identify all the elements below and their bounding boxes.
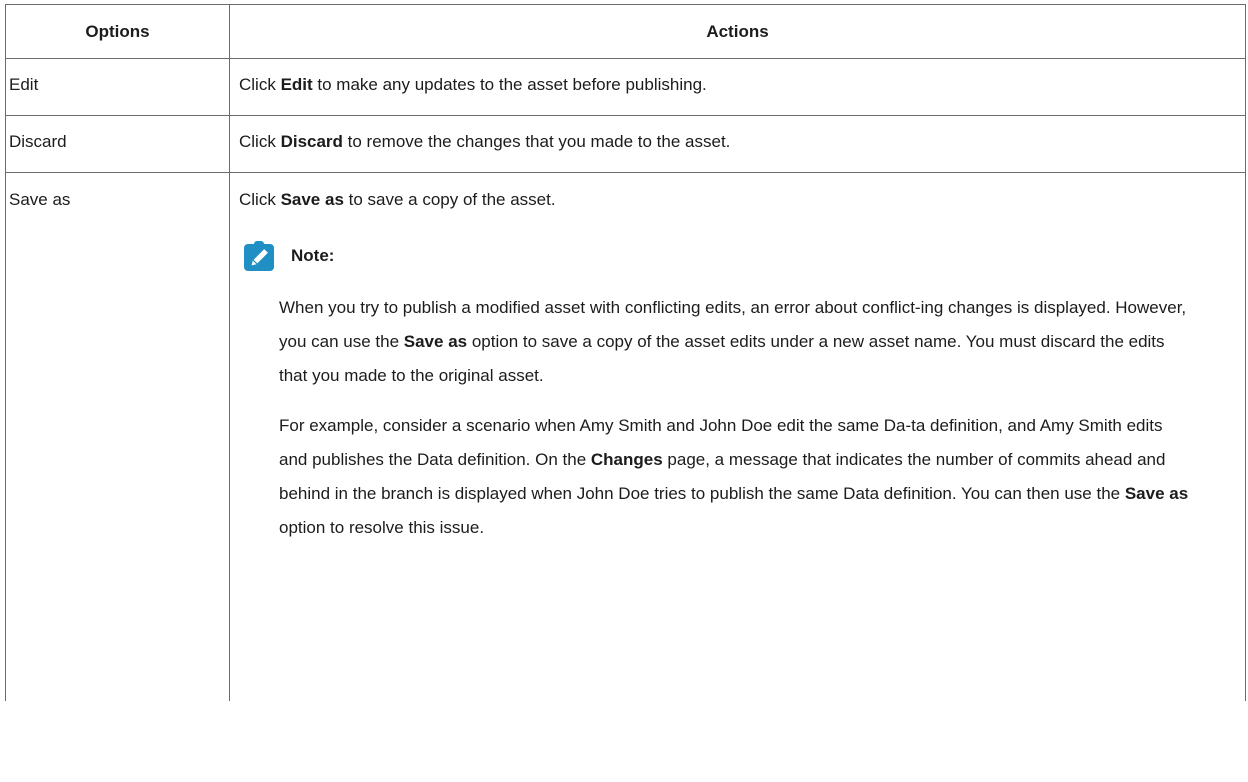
note-paragraph: When you try to publish a modified asset… — [279, 291, 1195, 393]
action-text: to make any updates to the asset before … — [312, 75, 707, 94]
action-cell-save-as: Click Save as to save a copy of the asse… — [229, 172, 1246, 701]
options-actions-table: Options Actions Edit Click Edit to make … — [5, 4, 1246, 701]
note-title: Note: — [291, 246, 335, 265]
table-header-row: Options Actions — [5, 4, 1246, 59]
note-keyword: Save as — [403, 332, 468, 351]
option-cell-save-as: Save as — [5, 172, 230, 701]
action-keyword: Discard — [280, 132, 343, 151]
note-keyword: Changes — [590, 450, 663, 469]
note-block: Note: When you try to publish a modified… — [239, 239, 1235, 545]
table-row: Save as Click Save as to save a copy of … — [5, 172, 1246, 701]
table-row: Discard Click Discard to remove the chan… — [5, 115, 1246, 173]
note-text: option to resolve this issue. — [279, 518, 485, 537]
action-text: to remove the changes that you made to t… — [342, 132, 731, 151]
action-keyword: Edit — [280, 75, 313, 94]
action-cell-discard: Click Discard to remove the changes that… — [229, 115, 1246, 173]
option-cell-discard: Discard — [5, 115, 230, 173]
action-cell-edit: Click Edit to make any updates to the as… — [229, 58, 1246, 116]
option-cell-edit: Edit — [5, 58, 230, 116]
header-options: Options — [5, 4, 230, 59]
note-paragraph: For example, consider a scenario when Am… — [279, 409, 1195, 545]
note-body: When you try to publish a modified asset… — [239, 291, 1235, 545]
note-keyword: Save as — [1124, 484, 1189, 503]
action-text: Click — [239, 190, 281, 209]
action-keyword: Save as — [280, 190, 344, 209]
action-line: Click Save as to save a copy of the asse… — [239, 186, 1235, 214]
action-text: Click — [239, 132, 281, 151]
pencil-note-icon — [243, 240, 275, 272]
table-row: Edit Click Edit to make any updates to t… — [5, 58, 1246, 116]
action-text: to save a copy of the asset. — [343, 190, 556, 209]
note-header: Note: — [243, 239, 1235, 273]
header-actions: Actions — [229, 4, 1246, 59]
action-text: Click — [239, 75, 281, 94]
